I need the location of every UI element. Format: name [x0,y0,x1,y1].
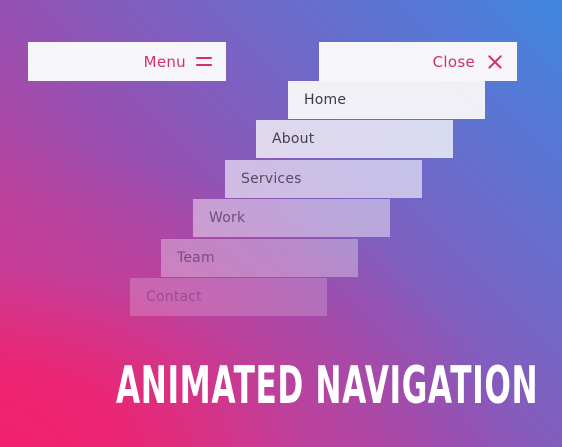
menu-button[interactable]: Menu [28,42,226,81]
nav-item-work[interactable]: Work [193,199,390,237]
nav-item-label: Team [177,250,215,266]
close-button[interactable]: Close [319,42,517,81]
nav-item-about[interactable]: About [256,120,453,158]
nav-item-label: About [272,131,315,147]
nav-item-contact[interactable]: Contact [130,278,327,316]
nav-item-label: Services [241,171,302,187]
headline-title: ANIMATED NAVIGATION [116,356,539,416]
close-button-label: Close [432,52,475,71]
close-icon [487,54,503,70]
hamburger-icon [196,57,212,66]
nav-item-label: Work [209,210,246,226]
menu-button-label: Menu [143,52,186,71]
nav-item-services[interactable]: Services [225,160,422,198]
nav-item-home[interactable]: Home [288,81,485,119]
nav-item-label: Home [304,92,347,108]
nav-item-label: Contact [146,289,202,305]
nav-item-team[interactable]: Team [161,239,358,277]
